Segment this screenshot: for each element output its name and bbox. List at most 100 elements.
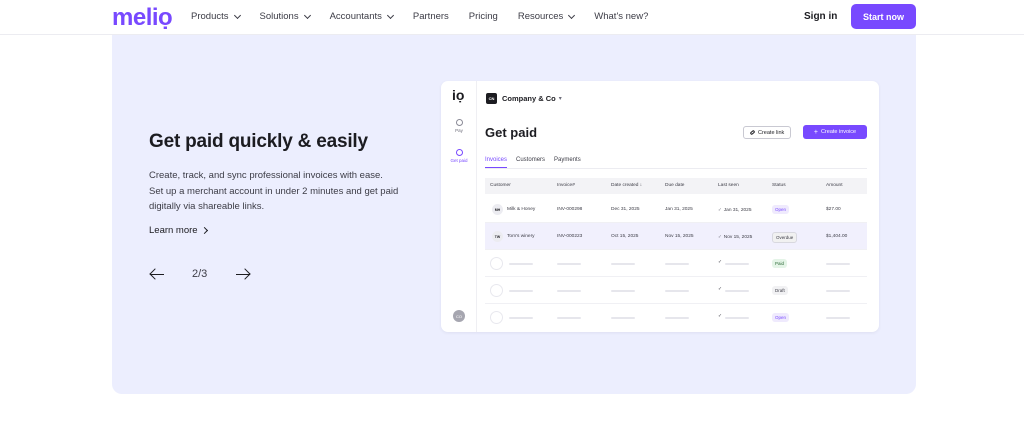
plus-icon: + (813, 128, 818, 136)
tab-divider (485, 168, 867, 169)
customer-avatar: MH (492, 204, 503, 215)
seen-check-icon: ✓ (718, 260, 723, 265)
create-link-button: Create link (743, 126, 792, 139)
arrow-right-icon[interactable] (235, 266, 251, 282)
tab-payments: Payments (554, 157, 581, 163)
invoice-number: INV-000223 (557, 234, 583, 239)
company-selector: CN Company & Co ▾ (486, 93, 562, 104)
placeholder-line (611, 290, 635, 292)
placeholder-line (826, 290, 850, 292)
invoice-number: INV-000298 (557, 207, 583, 212)
tab-customers: Customers (516, 157, 546, 163)
nav-link-pricing[interactable]: Pricing (469, 11, 498, 22)
amount: $1,404.00 (826, 234, 848, 239)
nav-link-label: Pricing (468, 11, 498, 22)
placeholder-line (826, 263, 850, 265)
sidebar-item-get-paid: Get paid (441, 149, 477, 163)
customer-name: Tom's winery (507, 234, 535, 239)
create-invoice-button: + Create invoice (803, 125, 867, 139)
date-created: Oct 15, 2025 (611, 234, 639, 239)
sidebar-item-pay: Pay (441, 119, 477, 133)
start-now-button[interactable]: Start now (851, 4, 916, 29)
customer-avatar: TW (492, 231, 503, 242)
due-date: Nov 15, 2025 (665, 234, 694, 239)
page-title: Get paid (485, 125, 538, 140)
amount: $27.00 (826, 207, 841, 212)
nav-link-accountants[interactable]: Accountants (329, 11, 394, 22)
table-row: TW Tom's winery INV-000223 Oct 15, 2025 … (485, 223, 867, 250)
company-name: Company & Co (502, 94, 556, 103)
column-header: Date created ↓ (611, 183, 643, 188)
avatar: CO (453, 310, 465, 322)
nav-link-resources[interactable]: Resources (517, 11, 576, 22)
chevron-down-icon: ▾ (558, 96, 562, 102)
due-date: Jan 31, 2025 (665, 207, 693, 212)
placeholder-row: ✓ Open (485, 304, 867, 331)
nav-link-partners[interactable]: Partners (413, 11, 449, 22)
table-row: MH Milk & Honey INV-000298 Dec 31, 2025 … (485, 196, 867, 223)
placeholder-line (665, 263, 689, 265)
sign-in-link[interactable]: Sign in (804, 11, 837, 22)
learn-more-link[interactable]: Learn more (149, 225, 208, 236)
status-badge: Paid (772, 258, 788, 268)
nav-links: Products Solutions Accountants Partners … (191, 11, 668, 22)
status-badge: Overdue (772, 231, 798, 243)
top-navigation: meliọ Products Solutions Accountants Par… (0, 0, 1024, 35)
placeholder-line (826, 317, 850, 319)
table-header: Customer Invoice# Date created ↓ Due dat… (485, 178, 867, 194)
placeholder-line (557, 263, 581, 265)
nav-link-label: Partners (412, 11, 449, 22)
date-created: Dec 31, 2025 (611, 207, 640, 212)
column-header: Status (772, 183, 786, 188)
nav-link-label: Resources (517, 11, 564, 22)
placeholder-avatar (490, 257, 503, 270)
status-badge: Draft (772, 285, 788, 295)
placeholder-line (509, 317, 533, 319)
tabs: Invoices Customers Payments (485, 157, 590, 168)
placeholder-line (509, 263, 533, 265)
column-header: Customer (490, 183, 511, 188)
sidebar-item-label: Get paid (450, 158, 468, 163)
placeholder-line (725, 317, 749, 319)
last-seen: ✓ Nov 15, 2025 (718, 234, 752, 240)
chevron-down-icon (303, 11, 311, 19)
nav-link-solutions[interactable]: Solutions (259, 11, 311, 22)
nav-link-label: Accountants (329, 11, 382, 22)
placeholder-row: ✓ Paid (485, 250, 867, 277)
nav-link-whats-new[interactable]: What's new? (594, 11, 648, 22)
customer-name: Milk & Honey (507, 207, 536, 212)
create-invoice-label: Create invoice (820, 129, 857, 135)
chevron-down-icon (386, 11, 394, 19)
feature-description: Create, track, and sync professional inv… (149, 170, 399, 212)
app-preview: iọ Pay Get paid CO CN Company & Co ▾ Get… (441, 81, 879, 332)
chevron-down-icon (568, 11, 576, 19)
get-paid-icon (455, 149, 463, 156)
melio-logo[interactable]: meliọ (112, 4, 173, 32)
placeholder-row: ✓ Draft (485, 277, 867, 304)
pager-indicator: 2/3 (192, 268, 208, 280)
status-badge: Open (772, 204, 790, 214)
placeholder-line (725, 263, 749, 265)
column-header: Due date (665, 183, 685, 188)
arrow-left-icon[interactable] (149, 266, 165, 282)
status-badge: Open (772, 312, 790, 322)
placeholder-line (509, 290, 533, 292)
link-icon (749, 129, 756, 136)
placeholder-line (557, 317, 581, 319)
app-sidebar: iọ Pay Get paid CO (441, 81, 477, 332)
column-header: Amount (826, 183, 843, 188)
nav-link-label: What's new? (594, 11, 649, 22)
placeholder-line (557, 290, 581, 292)
placeholder-line (725, 290, 749, 292)
chevron-down-icon (233, 11, 241, 19)
nav-link-label: Products (191, 11, 229, 22)
seen-check-icon: ✓ (718, 314, 723, 319)
feature-title: Get paid quickly & easily (149, 131, 368, 152)
nav-link-products[interactable]: Products (191, 11, 241, 22)
tab-invoices: Invoices (485, 157, 508, 168)
app-logo: iọ (452, 87, 465, 103)
nav-link-label: Solutions (259, 11, 299, 22)
seen-check-icon: ✓ (718, 234, 722, 239)
learn-more-label: Learn more (149, 225, 198, 236)
last-seen-date: Jan 31, 2025 (723, 208, 752, 213)
